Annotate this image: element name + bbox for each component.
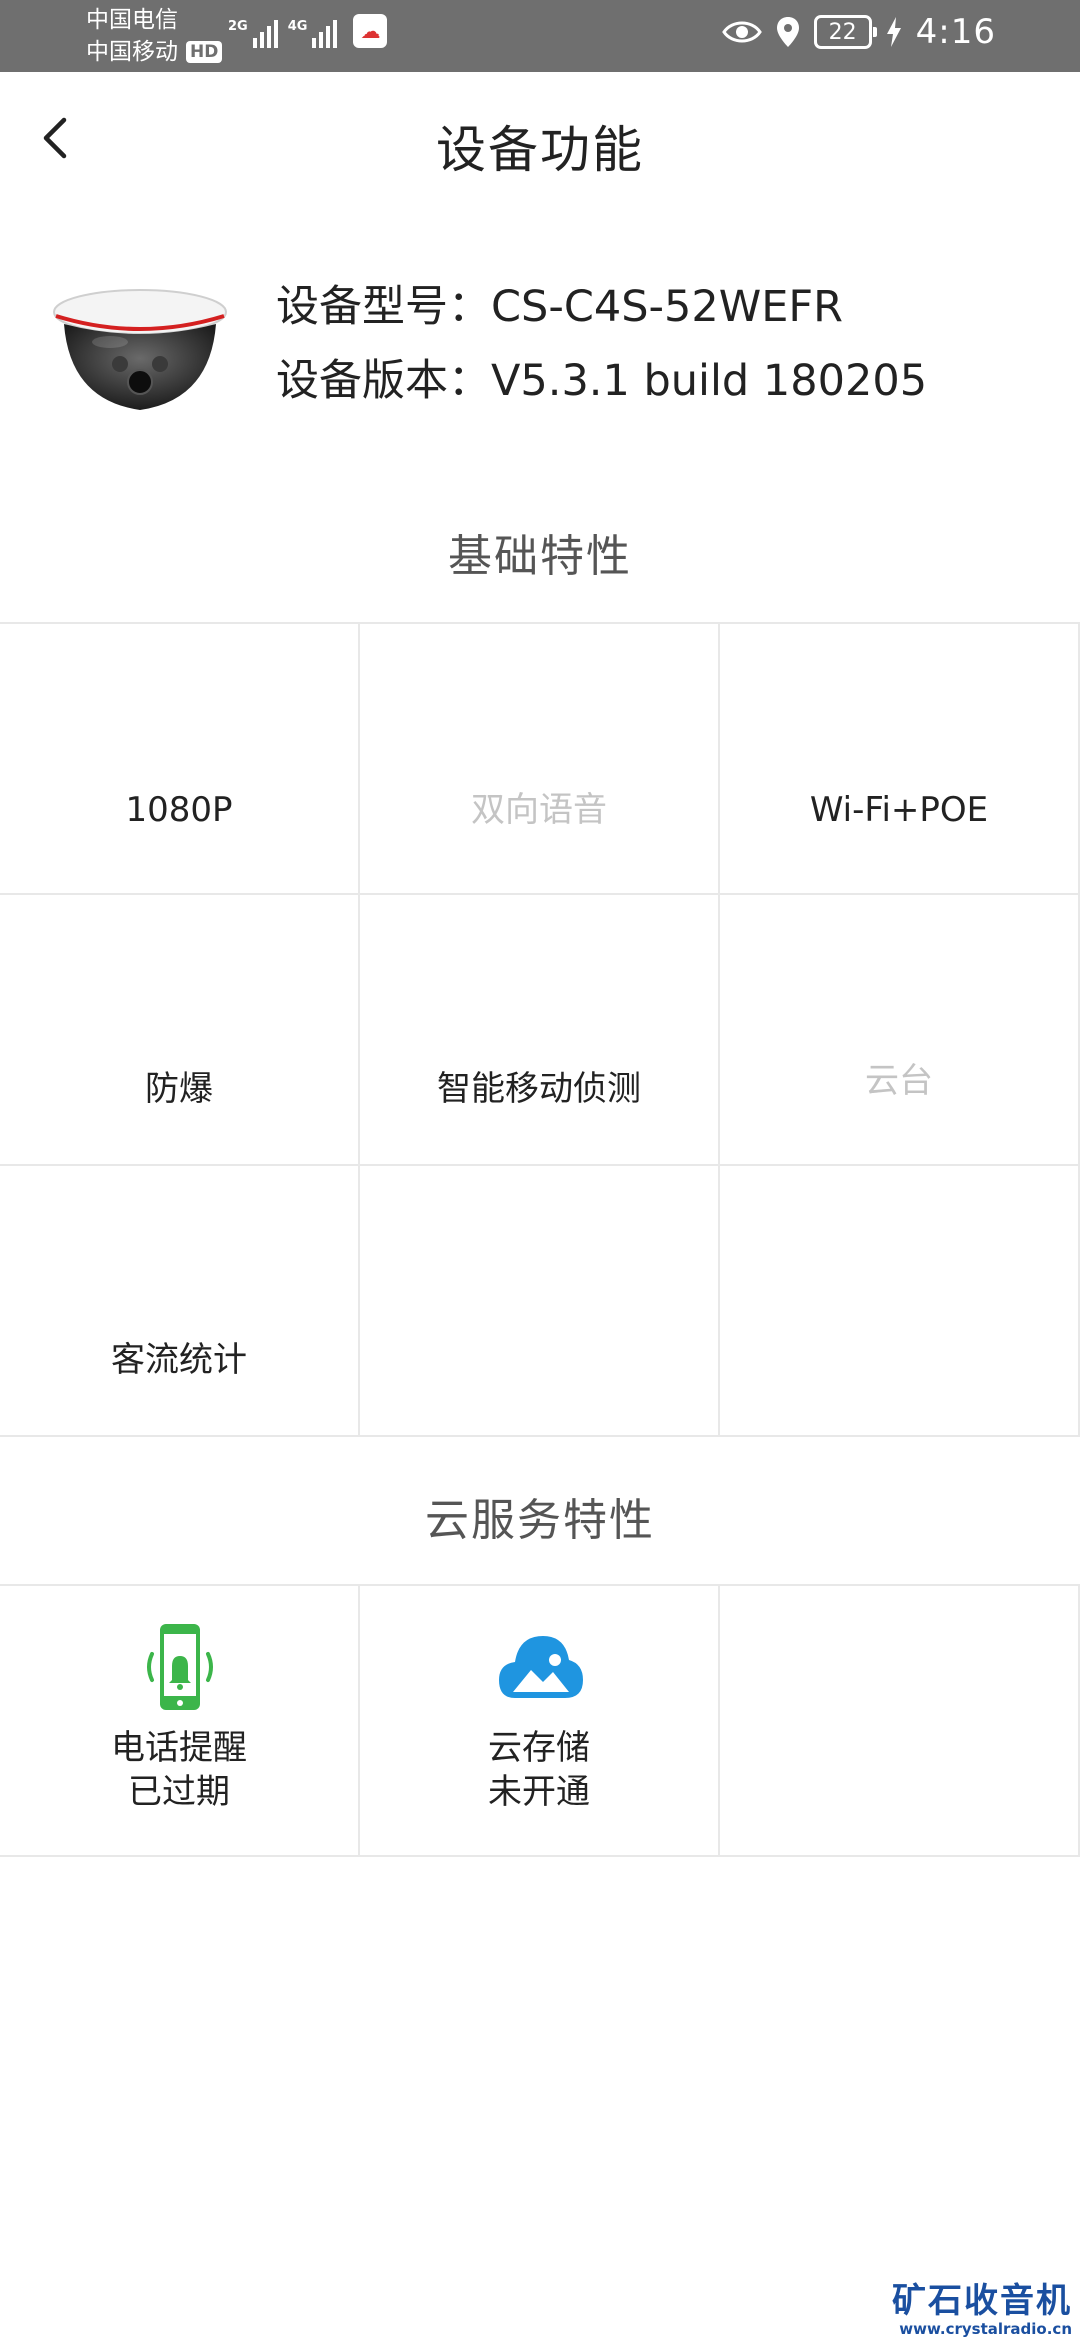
feature-label: Wi-Fi+POE: [809, 790, 989, 830]
feature-cell: 智能移动侦测: [360, 895, 720, 1166]
app-notification-icon: ☁: [353, 14, 388, 48]
signal-strength-icon: 4G: [288, 20, 338, 48]
carrier-2-label: 中国移动: [86, 39, 178, 65]
watermark-logo-text: 矿石收音机: [892, 2281, 1072, 2321]
hd-badge: HD: [186, 41, 223, 63]
cloud-storage-text: 云存储 未开通: [360, 1726, 718, 1814]
cloud-cell-empty: [720, 1586, 1080, 1857]
eye-icon: [721, 21, 762, 43]
feature-label: 云台: [865, 1061, 933, 1101]
cloud-storage-status: 未开通: [488, 1772, 590, 1812]
charging-icon: [886, 17, 901, 47]
carrier-1-label: 中国电信: [86, 7, 178, 33]
basic-features-title: 基础特性: [448, 531, 632, 582]
device-info: 设备型号：CS-C4S-52WEFR 设备版本：V5.3.1 build 180…: [0, 262, 1080, 422]
feature-label: 客流统计: [111, 1340, 247, 1380]
battery-level: 22: [828, 19, 857, 45]
feature-cell-empty: [360, 1166, 720, 1437]
feature-cell: 双向语音: [360, 624, 720, 895]
network-type-label: 4G: [287, 19, 308, 34]
feature-cell: 1080P: [0, 624, 360, 895]
clock: 4:16: [915, 12, 996, 52]
phone-reminder-status: 已过期: [128, 1772, 230, 1812]
basic-features-grid: 1080P 双向语音 Wi-Fi+POE 防爆 智能移动侦测 云台 客流统计: [0, 622, 1080, 1437]
feature-cell: 防爆: [0, 895, 360, 1166]
feature-cell: 云台: [720, 895, 1080, 1166]
location-icon: [776, 17, 799, 47]
signal-strength-icon: 2G: [228, 20, 278, 48]
feature-cell-empty: [720, 1166, 1080, 1437]
page-title: 设备功能: [436, 121, 644, 179]
feature-label: 1080P: [125, 790, 233, 830]
phone-bell-icon: [147, 1624, 213, 1710]
cloud-features-grid: 电话提醒 已过期 云存储 未开通: [0, 1584, 1080, 1857]
status-right: 22 4:16: [721, 12, 996, 52]
feature-cell: 客流统计: [0, 1166, 360, 1437]
phone-reminder-cell[interactable]: 电话提醒 已过期: [0, 1586, 360, 1857]
status-bar: 中国电信 中国移动 HD 2G 4G ☁ 22 4:16: [0, 0, 1080, 72]
watermark: 矿石收音机 www.crystalradio.cn: [892, 2282, 1072, 2338]
feature-label: 防爆: [145, 1069, 213, 1109]
battery-icon: 22: [813, 15, 877, 49]
feature-label: 双向语音: [471, 790, 607, 830]
phone-reminder-text: 电话提醒 已过期: [0, 1726, 358, 1814]
cloud-storage-cell[interactable]: 云存储 未开通: [360, 1586, 720, 1857]
cloud-storage-icon: [499, 1636, 583, 1698]
header: 设备功能: [0, 72, 1080, 212]
dome-camera-image: [53, 289, 227, 410]
phone-reminder-name: 电话提醒: [111, 1728, 247, 1768]
signal-indicators: 2G 4G ☁: [228, 14, 388, 48]
device-info-lines: 设备型号：CS-C4S-52WEFR 设备版本：V5.3.1 build 180…: [276, 270, 927, 418]
carrier-info: 中国电信 中国移动 HD: [86, 4, 223, 68]
network-type-label: 2G: [228, 19, 248, 34]
feature-label: 智能移动侦测: [437, 1069, 641, 1109]
feature-cell: Wi-Fi+POE: [720, 624, 1080, 895]
cloud-features-title: 云服务特性: [425, 1495, 655, 1546]
watermark-url: www.crystalradio.cn: [899, 2320, 1072, 2338]
cloud-storage-name: 云存储: [488, 1728, 590, 1768]
device-model: 设备型号：CS-C4S-52WEFR: [276, 282, 844, 332]
device-version: 设备版本：V5.3.1 build 180205: [276, 356, 928, 406]
